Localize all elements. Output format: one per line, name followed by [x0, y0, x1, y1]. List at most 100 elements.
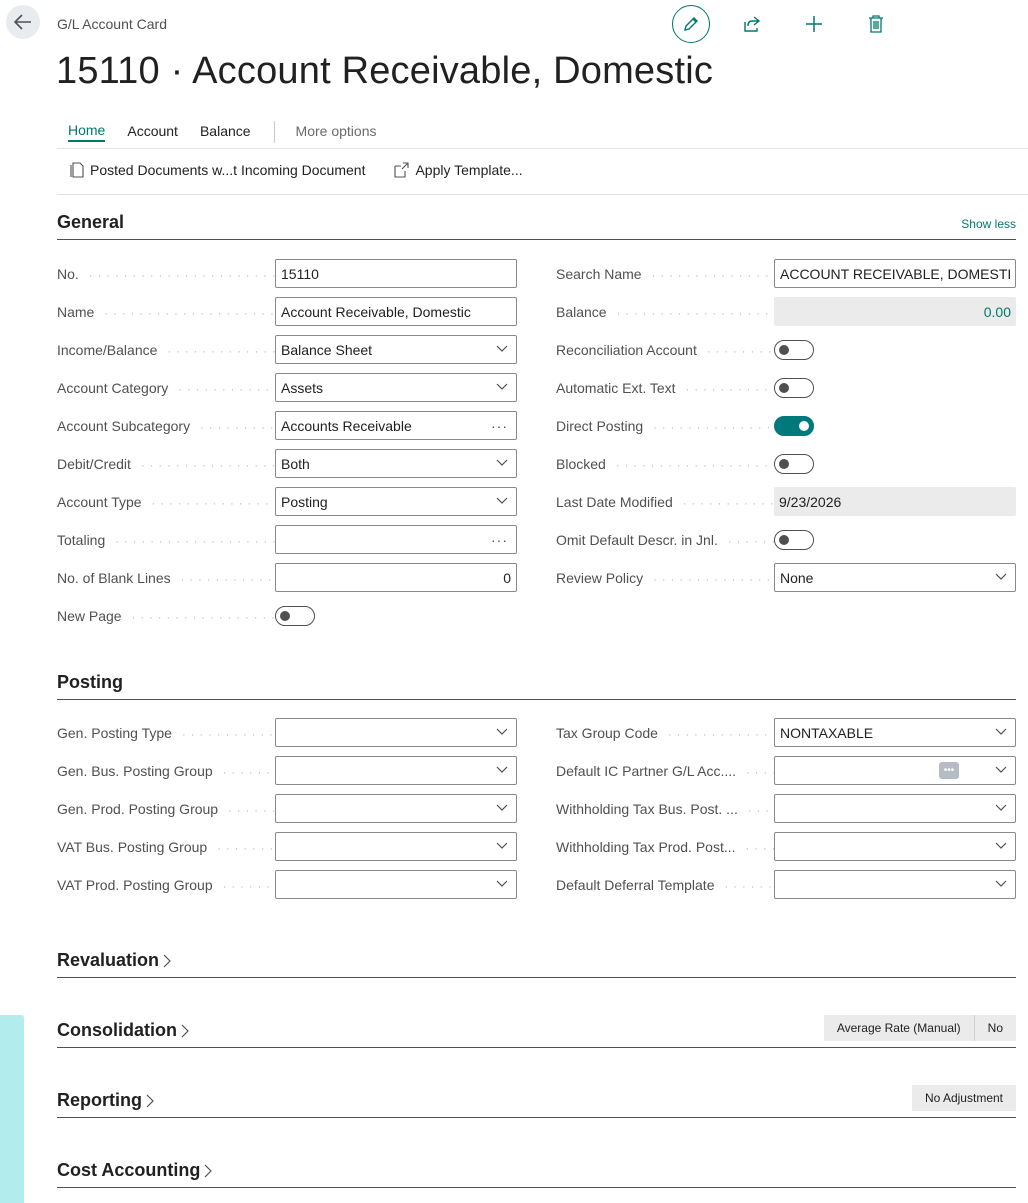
- wht-bus-post-select[interactable]: [774, 794, 1016, 823]
- tab-account[interactable]: Account: [127, 123, 178, 141]
- page-title: 15110 · Account Receivable, Domestic: [56, 50, 714, 92]
- section-posting-title[interactable]: Posting: [57, 672, 123, 693]
- field-default-ic-partner: Default IC Partner G/L Acc.... •••: [556, 756, 1016, 785]
- section-reporting[interactable]: Reporting: [57, 1086, 1016, 1118]
- field-vat-prod-posting-group: VAT Prod. Posting Group: [57, 870, 517, 899]
- field-label: Gen. Prod. Posting Group: [57, 800, 225, 817]
- field-income-balance: Income/Balance Balance Sheet: [57, 335, 517, 364]
- direct-posting-toggle[interactable]: [774, 415, 814, 436]
- field-label: Name: [57, 303, 101, 320]
- chevron-down-icon: [496, 880, 508, 887]
- new-icon: [806, 16, 822, 32]
- side-panel-tab[interactable]: [0, 1015, 24, 1203]
- search-name-input[interactable]: ACCOUNT RECEIVABLE, DOMESTIC: [774, 259, 1016, 288]
- blank-lines-input[interactable]: 0: [275, 563, 517, 592]
- gen-prod-posting-group-select[interactable]: [275, 794, 517, 823]
- arrow-left-icon: [14, 14, 31, 30]
- field-tax-group-code: Tax Group Code NONTAXABLE: [556, 718, 1016, 747]
- account-type-select[interactable]: Posting: [275, 487, 517, 516]
- field-name: Name Account Receivable, Domestic: [57, 297, 517, 326]
- field-label: Default IC Partner G/L Acc....: [556, 762, 742, 779]
- omit-descr-toggle[interactable]: [774, 529, 814, 550]
- field-label: Default Deferral Template: [556, 876, 721, 893]
- reconciliation-toggle[interactable]: [774, 339, 814, 360]
- auto-ext-text-toggle[interactable]: [774, 377, 814, 398]
- field-account-subcategory: Account Subcategory Accounts Receivable …: [57, 411, 517, 440]
- chevron-down-icon: [995, 728, 1007, 735]
- review-policy-select[interactable]: None: [774, 563, 1016, 592]
- new-page-toggle[interactable]: [275, 605, 315, 626]
- default-deferral-template-select[interactable]: [774, 870, 1016, 899]
- field-gen-posting-type: Gen. Posting Type: [57, 718, 517, 747]
- field-label: Search Name: [556, 265, 648, 282]
- section-revaluation-title: Revaluation: [57, 950, 160, 970]
- field-balance: Balance 0.00: [556, 297, 1016, 326]
- ellipsis-icon[interactable]: ···: [491, 532, 508, 548]
- field-new-page: New Page: [57, 601, 315, 630]
- income-balance-select[interactable]: Balance Sheet: [275, 335, 517, 364]
- field-wht-bus-post: Withholding Tax Bus. Post. ...: [556, 794, 1016, 823]
- section-cost-accounting[interactable]: Cost Accounting: [57, 1156, 1016, 1188]
- default-ic-partner-select[interactable]: •••: [774, 756, 1016, 785]
- field-wht-prod-post: Withholding Tax Prod. Post...: [556, 832, 1016, 861]
- vat-prod-posting-group-select[interactable]: [275, 870, 517, 899]
- new-button[interactable]: [794, 5, 834, 43]
- ellipsis-icon[interactable]: ···: [491, 418, 508, 434]
- name-input[interactable]: Account Receivable, Domestic: [275, 297, 517, 326]
- chevron-right-icon: [163, 954, 171, 967]
- field-label: Last Date Modified: [556, 493, 679, 510]
- balance-value[interactable]: 0.00: [774, 297, 1016, 326]
- chevron-down-icon: [496, 345, 508, 352]
- chevron-down-icon: [496, 842, 508, 849]
- tab-more-options[interactable]: More options: [296, 123, 377, 141]
- blocked-toggle[interactable]: [774, 453, 814, 474]
- chevron-down-icon: [995, 573, 1007, 580]
- no-input[interactable]: 15110: [275, 259, 517, 288]
- back-button[interactable]: [6, 5, 40, 39]
- field-label: Income/Balance: [57, 341, 164, 358]
- field-reconciliation: Reconciliation Account: [556, 335, 814, 364]
- posted-documents-action[interactable]: Posted Documents w...t Incoming Document: [70, 162, 365, 178]
- gen-bus-posting-group-select[interactable]: [275, 756, 517, 785]
- field-blocked: Blocked: [556, 449, 814, 478]
- chevron-right-icon: [181, 1024, 189, 1037]
- lookup-icon[interactable]: •••: [939, 762, 959, 779]
- show-less-link[interactable]: Show less: [961, 217, 1016, 231]
- tab-home[interactable]: Home: [68, 122, 106, 142]
- account-subcategory-input[interactable]: Accounts Receivable ···: [275, 411, 517, 440]
- template-icon: [394, 162, 410, 178]
- tab-divider: [273, 121, 275, 143]
- field-label: VAT Prod. Posting Group: [57, 876, 219, 893]
- account-category-select[interactable]: Assets: [275, 373, 517, 402]
- last-modified-value: 9/23/2026: [774, 487, 1016, 516]
- field-label: Gen. Posting Type: [57, 724, 178, 741]
- action-tabs: Home Account Balance More options: [57, 120, 387, 144]
- vat-bus-posting-group-select[interactable]: [275, 832, 517, 861]
- breadcrumb: G/L Account Card: [57, 16, 167, 32]
- field-label: Review Policy: [556, 569, 650, 586]
- field-label: Balance: [556, 303, 613, 320]
- debit-credit-select[interactable]: Both: [275, 449, 517, 478]
- field-label: Withholding Tax Prod. Post...: [556, 838, 742, 855]
- section-general-title[interactable]: General: [57, 212, 124, 233]
- apply-template-action[interactable]: Apply Template...: [393, 162, 523, 178]
- edit-button[interactable]: [672, 5, 710, 43]
- field-label: Direct Posting: [556, 417, 650, 434]
- field-gen-prod-posting-group: Gen. Prod. Posting Group: [57, 794, 517, 823]
- tab-balance[interactable]: Balance: [200, 123, 251, 141]
- section-revaluation[interactable]: Revaluation: [57, 946, 1016, 978]
- field-totaling: Totaling · · ·: [57, 525, 517, 554]
- wht-prod-post-select[interactable]: [774, 832, 1016, 861]
- summary-pill: No: [973, 1015, 1016, 1041]
- field-label: New Page: [57, 607, 128, 624]
- consolidation-summary: Average Rate (Manual) No: [823, 1015, 1016, 1041]
- field-label: Account Subcategory: [57, 417, 197, 434]
- tax-group-code-select[interactable]: NONTAXABLE: [774, 718, 1016, 747]
- page-actions: [672, 5, 918, 43]
- field-last-modified: Last Date Modified 9/23/2026: [556, 487, 1016, 516]
- chevron-down-icon: [995, 842, 1007, 849]
- delete-button[interactable]: [856, 5, 896, 43]
- gen-posting-type-select[interactable]: [275, 718, 517, 747]
- share-button[interactable]: [732, 5, 772, 43]
- totaling-input[interactable]: ···: [275, 525, 517, 554]
